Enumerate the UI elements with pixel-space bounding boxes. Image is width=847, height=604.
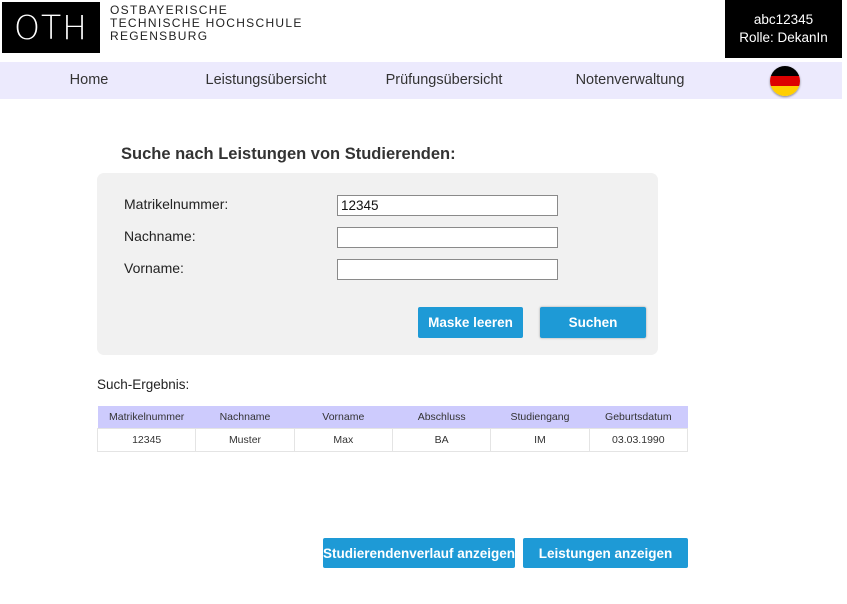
table-header-row: Matrikelnummer Nachname Vorname Abschlus… bbox=[97, 406, 688, 429]
table-cell: IM bbox=[490, 428, 590, 452]
vorname-input[interactable] bbox=[337, 259, 558, 280]
german-flag-icon[interactable] bbox=[770, 66, 800, 96]
table-cell: Max bbox=[293, 428, 393, 452]
university-name-line: REGENSBURG bbox=[110, 29, 209, 43]
matrikelnummer-label: Matrikelnummer: bbox=[124, 196, 229, 212]
results-table: Matrikelnummer Nachname Vorname Abschlus… bbox=[96, 406, 689, 452]
table-cell: Muster bbox=[195, 428, 295, 452]
user-id: abc12345 bbox=[753, 12, 814, 27]
table-row[interactable]: 12345 Muster Max BA IM 03.03.1990 bbox=[96, 428, 689, 452]
university-name: OSTBAYERISCHE TECHNISCHE HOCHSCHULE REGE… bbox=[110, 4, 303, 43]
nav-item-leistungsuebersicht[interactable]: Leistungsübersicht bbox=[206, 62, 327, 99]
column-header-nachname[interactable]: Nachname bbox=[195, 406, 295, 429]
oth-logo[interactable]: OTH bbox=[2, 2, 100, 53]
vorname-label: Vorname: bbox=[124, 260, 184, 276]
clear-form-button[interactable]: Maske leeren bbox=[418, 307, 523, 338]
show-student-history-button[interactable]: Studierendenverlauf anzeigen bbox=[323, 538, 515, 568]
nav-item-home[interactable]: Home bbox=[70, 62, 109, 99]
table-cell: 03.03.1990 bbox=[588, 428, 689, 452]
table-cell: 12345 bbox=[96, 428, 197, 452]
column-header-studiengang[interactable]: Studiengang bbox=[490, 406, 590, 429]
logo-text: OTH bbox=[14, 8, 88, 47]
show-achievements-button[interactable]: Leistungen anzeigen bbox=[523, 538, 688, 568]
user-info-box: abc12345 Rolle: DekanIn bbox=[725, 0, 842, 58]
nav-item-notenverwaltung[interactable]: Notenverwaltung bbox=[576, 62, 685, 99]
table-cell: BA bbox=[391, 428, 492, 452]
search-panel: Matrikelnummer: Nachname: Vorname: Maske… bbox=[97, 173, 658, 355]
nachname-input[interactable] bbox=[337, 227, 558, 248]
nachname-label: Nachname: bbox=[124, 228, 196, 244]
nav-item-pruefungsuebersicht[interactable]: Prüfungsübersicht bbox=[386, 62, 503, 99]
results-title: Such-Ergebnis: bbox=[97, 377, 190, 392]
user-role: Rolle: DekanIn bbox=[739, 30, 828, 45]
main-navigation: Home Leistungsübersicht Prüfungsübersich… bbox=[0, 62, 842, 99]
column-header-geburtsdatum[interactable]: Geburtsdatum bbox=[589, 406, 688, 429]
column-header-matrikelnummer[interactable]: Matrikelnummer bbox=[97, 406, 196, 429]
matrikelnummer-input[interactable] bbox=[337, 195, 558, 216]
column-header-abschluss[interactable]: Abschluss bbox=[392, 406, 491, 429]
search-button[interactable]: Suchen bbox=[540, 307, 646, 338]
column-header-vorname[interactable]: Vorname bbox=[294, 406, 393, 429]
search-title: Suche nach Leistungen von Studierenden: bbox=[121, 145, 456, 163]
